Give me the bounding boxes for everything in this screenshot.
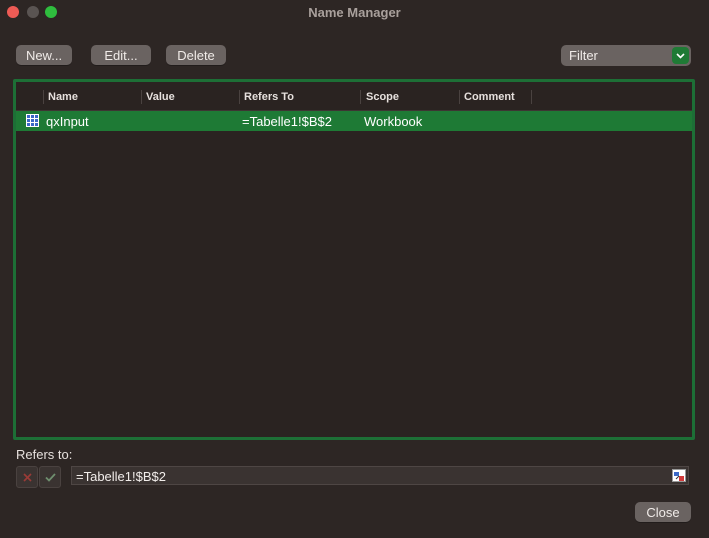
close-button[interactable]: Close xyxy=(635,502,691,522)
column-separator xyxy=(459,90,460,104)
range-selector-icon[interactable] xyxy=(672,469,686,482)
table-row[interactable]: qxInput =Tabelle1!$B$2 Workbook xyxy=(16,111,692,131)
row-scope: Workbook xyxy=(364,114,423,129)
column-separator xyxy=(141,90,142,104)
column-header-refers-to[interactable]: Refers To xyxy=(244,91,294,103)
row-name: qxInput xyxy=(46,114,89,129)
column-separator xyxy=(360,90,361,104)
filter-label: Filter xyxy=(569,48,598,63)
refers-to-value: =Tabelle1!$B$2 xyxy=(76,469,166,484)
chevron-down-icon[interactable] xyxy=(672,47,689,64)
checkmark-icon xyxy=(44,472,56,482)
column-header-name[interactable]: Name xyxy=(48,91,78,103)
column-header-comment[interactable]: Comment xyxy=(464,91,515,103)
column-header-value[interactable]: Value xyxy=(146,91,175,103)
range-grid-icon xyxy=(26,114,39,127)
cancel-edit-button[interactable] xyxy=(16,466,38,488)
name-manager-window: Name Manager New... Edit... Delete Filte… xyxy=(0,0,709,538)
window-title: Name Manager xyxy=(308,5,401,20)
title-bar: Name Manager xyxy=(0,0,709,26)
refers-to-label: Refers to: xyxy=(16,447,73,462)
new-button[interactable]: New... xyxy=(16,45,72,65)
close-icon xyxy=(22,472,32,482)
row-refers-to: =Tabelle1!$B$2 xyxy=(242,114,332,129)
delete-button[interactable]: Delete xyxy=(166,45,226,65)
edit-button[interactable]: Edit... xyxy=(91,45,151,65)
confirm-edit-button[interactable] xyxy=(39,466,61,488)
column-separator xyxy=(43,90,44,104)
column-header-scope[interactable]: Scope xyxy=(366,91,399,103)
column-separator xyxy=(531,90,532,104)
names-list[interactable]: Name Value Refers To Scope Comment qxInp… xyxy=(13,79,695,440)
refers-to-field[interactable]: =Tabelle1!$B$2 xyxy=(71,466,689,485)
column-separator xyxy=(239,90,240,104)
filter-dropdown[interactable]: Filter xyxy=(561,45,691,66)
list-header: Name Value Refers To Scope Comment xyxy=(16,82,692,111)
